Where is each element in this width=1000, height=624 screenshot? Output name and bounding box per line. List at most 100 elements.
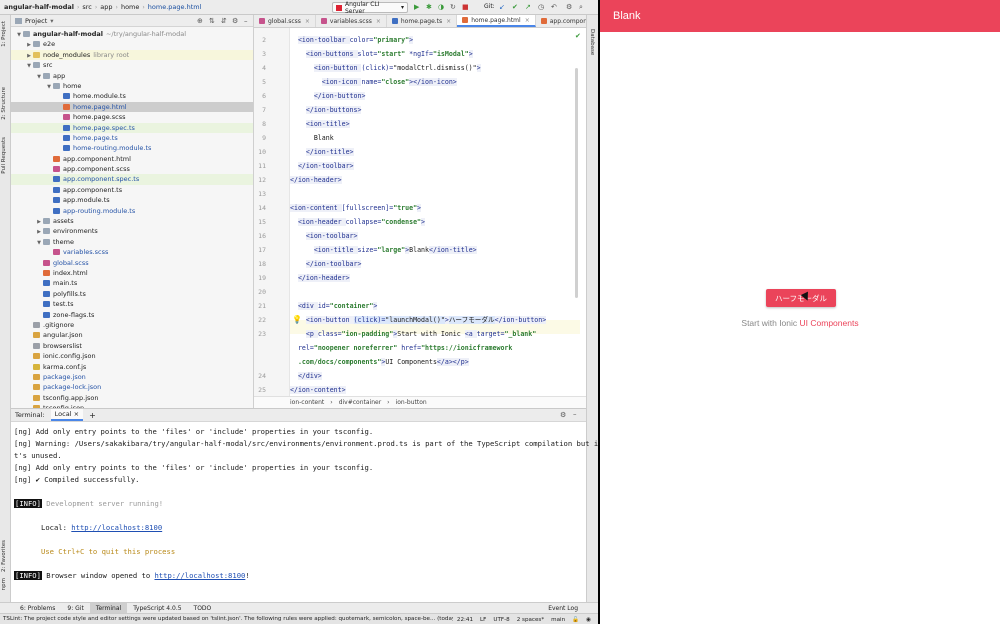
debug-icon[interactable]: ✱ bbox=[426, 3, 432, 11]
notification-icon[interactable]: ◉ bbox=[586, 617, 591, 623]
tree-item[interactable]: app.component.ts bbox=[11, 185, 253, 195]
code-line[interactable]: </div> bbox=[290, 369, 322, 383]
terminal-tab[interactable]: Terminal bbox=[89, 602, 128, 614]
rollback-icon[interactable]: ↶ bbox=[551, 3, 557, 11]
close-icon[interactable]: × bbox=[74, 410, 79, 418]
gear-icon[interactable]: ⚙ bbox=[560, 411, 566, 419]
code-line[interactable]: <ion-toolbar> bbox=[290, 229, 358, 243]
code-line[interactable]: <ion-content [fullscreen]="true"> bbox=[290, 201, 422, 215]
tree-item[interactable]: tsconfig.app.json bbox=[11, 393, 253, 403]
close-icon[interactable]: × bbox=[525, 15, 530, 27]
breadcrumb-app[interactable]: app bbox=[100, 3, 112, 11]
tree-item[interactable]: zone-flags.ts bbox=[11, 310, 253, 320]
git-tab[interactable]: 9: Git bbox=[61, 603, 89, 614]
tree-item[interactable]: angular.json bbox=[11, 330, 253, 340]
tree-item[interactable]: main.ts bbox=[11, 278, 253, 288]
project-tool-tab[interactable]: 1: Project bbox=[1, 21, 7, 47]
tree-item[interactable]: app.component.spec.ts bbox=[11, 174, 253, 185]
code-content[interactable]: <ion-toolbar color="primary"> <ion-butto… bbox=[290, 28, 580, 396]
tree-item[interactable]: home.page.html bbox=[11, 101, 253, 113]
collapse-icon[interactable]: ⇵ bbox=[221, 17, 227, 25]
tree-item[interactable]: ▶ assets bbox=[11, 216, 253, 226]
code-line[interactable]: </ion-header> bbox=[290, 271, 350, 285]
local-url-link[interactable]: http://localhost:8100 bbox=[71, 523, 162, 532]
tree-item[interactable]: variables.scss bbox=[11, 247, 253, 257]
code-line[interactable]: </ion-toolbar> bbox=[290, 159, 354, 173]
tree-item[interactable]: app-routing.module.ts bbox=[11, 206, 253, 216]
file-encoding[interactable]: UTF-8 bbox=[493, 617, 509, 623]
terminal-tab-local[interactable]: Local × bbox=[50, 409, 84, 421]
locate-icon[interactable]: ⊕ bbox=[197, 17, 203, 25]
tree-item[interactable]: test.ts bbox=[11, 299, 253, 309]
tree-item[interactable]: ionic.config.json bbox=[11, 351, 253, 361]
code-line[interactable]: <ion-button (click)="launchModal()">ハーフモ… bbox=[290, 313, 547, 327]
tree-item[interactable]: home-routing.module.ts bbox=[11, 143, 253, 153]
run-icon[interactable]: ▶ bbox=[414, 3, 419, 11]
breadcrumb-src[interactable]: src bbox=[82, 3, 92, 11]
code-line[interactable]: </ion-title> bbox=[290, 145, 354, 159]
code-line[interactable]: <ion-button (click)="modalCtrl.dismiss()… bbox=[290, 61, 481, 75]
tree-item[interactable]: ▼ angular-half-modal ~/try/angular-half-mo… bbox=[11, 29, 253, 39]
lock-icon[interactable]: 🔓 bbox=[572, 617, 579, 623]
database-tool-tab[interactable]: Database bbox=[589, 29, 595, 55]
npm-tool-tab[interactable]: npm bbox=[1, 578, 7, 590]
editor-tab[interactable]: home.page.ts × bbox=[387, 15, 458, 27]
profile-icon[interactable]: ↻ bbox=[450, 3, 456, 11]
editor-scrollbar[interactable] bbox=[575, 68, 578, 298]
code-line[interactable]: Blank bbox=[290, 131, 334, 145]
close-icon[interactable]: × bbox=[446, 15, 451, 27]
search-icon[interactable]: ⌕ bbox=[579, 3, 583, 12]
expand-icon[interactable]: ⇅ bbox=[209, 17, 215, 25]
code-line[interactable]: <p class="ion-padding">Start with Ionic … bbox=[290, 327, 536, 341]
git-push-icon[interactable]: ↗ bbox=[525, 3, 531, 11]
code-line[interactable]: .com/docs/components">UI Components</a><… bbox=[290, 355, 469, 369]
breadcrumb-home[interactable]: home bbox=[121, 3, 139, 11]
hide-icon[interactable]: – bbox=[573, 410, 577, 418]
git-commit-icon[interactable]: ✔ bbox=[512, 3, 518, 11]
breadcrumb-ion-button[interactable]: ion-button bbox=[396, 399, 427, 406]
code-line[interactable]: </ion-button> bbox=[290, 89, 366, 103]
code-line[interactable]: <div id="container"> bbox=[290, 299, 378, 313]
run-config-select[interactable]: Angular CLI Server ▾ bbox=[332, 1, 408, 15]
pull-requests-tool-tab[interactable]: Pull Requests bbox=[1, 137, 7, 174]
tree-item[interactable]: .gitignore bbox=[11, 320, 253, 330]
event-log-tab[interactable]: Event Log bbox=[542, 603, 584, 614]
code-line[interactable]: <ion-icon name="close"></ion-icon> bbox=[290, 75, 457, 89]
tree-item[interactable]: ▼ app bbox=[11, 71, 253, 81]
tree-item[interactable]: ▶ environments bbox=[11, 226, 253, 236]
code-line[interactable]: rel="noopener noreferrer" href="https://… bbox=[290, 341, 512, 355]
code-line[interactable]: <ion-buttons slot="start" *ngIf="isModal… bbox=[290, 47, 473, 61]
tree-item[interactable]: ▼ theme bbox=[11, 237, 253, 247]
tree-item[interactable]: app.module.ts bbox=[11, 195, 253, 205]
tree-item[interactable]: ▶ e2e bbox=[11, 39, 253, 49]
tree-item[interactable]: browserslist bbox=[11, 341, 253, 351]
hide-icon[interactable]: – bbox=[244, 17, 248, 25]
code-line[interactable]: </ion-buttons> bbox=[290, 103, 362, 117]
code-line[interactable]: <ion-title> bbox=[290, 117, 350, 131]
favorites-tool-tab[interactable]: 2: Favorites bbox=[1, 540, 7, 572]
editor-tab[interactable]: app.component.html× bbox=[536, 15, 586, 27]
tree-item[interactable]: karma.conf.js bbox=[11, 362, 253, 372]
code-line[interactable]: <ion-title size="large">Blank</ion-title… bbox=[290, 243, 477, 257]
breadcrumb-ion-content[interactable]: ion-content bbox=[290, 399, 324, 406]
close-icon[interactable]: × bbox=[305, 15, 310, 27]
tree-item[interactable]: package.json bbox=[11, 372, 253, 382]
project-panel-title[interactable]: Project bbox=[25, 17, 47, 25]
tree-item[interactable]: polyfills.ts bbox=[11, 289, 253, 299]
tree-item[interactable]: home.page.scss bbox=[11, 112, 253, 122]
half-modal-button[interactable]: ハーフモーダル bbox=[766, 289, 836, 307]
structure-tool-tab[interactable]: 2: Structure bbox=[1, 87, 7, 120]
tree-item[interactable]: home.page.spec.ts bbox=[11, 122, 253, 133]
history-icon[interactable]: ◷ bbox=[538, 3, 544, 11]
tree-item[interactable]: ▼ home bbox=[11, 81, 253, 91]
ui-components-link[interactable]: UI Components bbox=[800, 318, 859, 328]
todo-tab[interactable]: TODO bbox=[188, 603, 218, 614]
editor-tab[interactable]: home.page.html × bbox=[457, 15, 536, 27]
typescript-tab[interactable]: TypeScript 4.0.5 bbox=[127, 603, 187, 614]
close-icon[interactable]: × bbox=[376, 15, 381, 27]
code-line[interactable]: </ion-content> bbox=[290, 383, 346, 396]
git-branch[interactable]: main bbox=[551, 617, 565, 623]
git-update-icon[interactable]: ↙ bbox=[499, 3, 505, 11]
coverage-icon[interactable]: ◑ bbox=[438, 3, 444, 11]
editor-tab[interactable]: global.scss × bbox=[254, 15, 316, 27]
